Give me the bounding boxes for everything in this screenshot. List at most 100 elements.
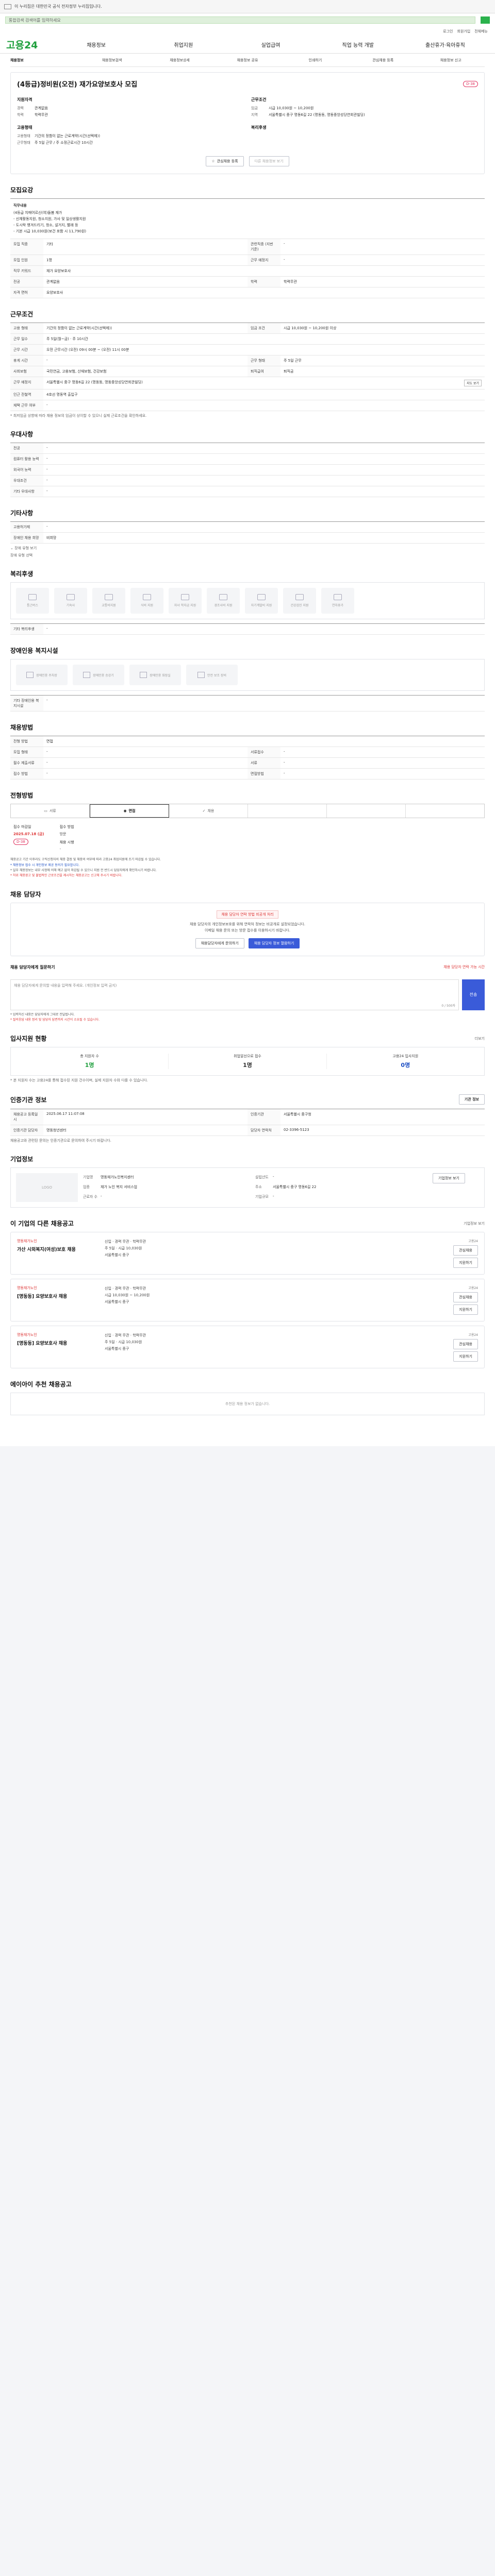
bus-icon bbox=[28, 594, 37, 601]
row-value: - bbox=[284, 242, 285, 246]
company-value: 서울특별시 중구 명동6길 22 bbox=[273, 1185, 317, 1190]
elevator-icon bbox=[83, 672, 91, 679]
facility-item-label: 장애인용 주차장 bbox=[36, 673, 57, 677]
row-key: 서류 bbox=[248, 758, 280, 769]
company-value: 명동재가노인복지센터 bbox=[101, 1175, 134, 1180]
question-send-button[interactable]: 전송 bbox=[462, 979, 485, 1010]
interest-button[interactable]: ☆ 관심채용 등록 bbox=[206, 156, 244, 166]
search-input[interactable]: 통합검색 검색어를 입력하세요 bbox=[5, 16, 475, 24]
info-title-row: 인증기관 정보 기관 정보 bbox=[10, 1094, 485, 1105]
similar-apply-button[interactable]: 지원하기 bbox=[453, 1304, 478, 1315]
map-button[interactable]: 지도 보기 bbox=[464, 380, 482, 387]
row-key: 기타 우대사항 bbox=[10, 486, 43, 497]
similar-line: 신입 · 경력 무관 · 학력무관 bbox=[105, 1240, 146, 1244]
similar-job-title[interactable]: [명동동] 요양보호사 채용 bbox=[17, 1293, 105, 1299]
row-key: 전공 bbox=[10, 277, 43, 287]
welfare-item-label: 기숙사 bbox=[66, 604, 75, 608]
method-table: 전형 방법 면접 모집 형태 - 서류접수 - 필수 제출서류 - 서류 - 접수 방법 - 면접… bbox=[10, 736, 485, 780]
row-key: 자격 면허 bbox=[10, 287, 43, 298]
nav-item-support[interactable]: 취업지원 bbox=[140, 41, 227, 48]
question-hours-link[interactable]: 채용 담당자 연락 가능 시간 bbox=[443, 964, 485, 971]
info-button[interactable]: 기관 정보 bbox=[458, 1094, 485, 1105]
similar-interest-button[interactable]: 관심채용 bbox=[453, 1245, 478, 1256]
similar-job-title[interactable]: [명동동] 요양보호사 채용 bbox=[17, 1340, 105, 1346]
row-value: 2025.06.17 11:07:08 bbox=[46, 1112, 85, 1116]
nav-item-training[interactable]: 직업 능력 개발 bbox=[315, 41, 402, 48]
note-line: * 질의응답 내용 정리 및 담당자 답변까지 시간이 소요될 수 있습니다. bbox=[10, 1018, 100, 1022]
extra-title: 기타사항 bbox=[10, 510, 34, 517]
row-value: 기타 bbox=[46, 242, 53, 247]
company-value: 재가 노인 복지 서비스업 bbox=[101, 1185, 138, 1190]
row-key: 모집 인원 bbox=[10, 255, 43, 266]
similar-apply-button[interactable]: 지원하기 bbox=[453, 1258, 478, 1268]
similar-job-title[interactable]: 가산 시외복지(여성)보호 채용 bbox=[17, 1246, 105, 1252]
facility-item-label: 안전 보조 장비 bbox=[207, 673, 226, 677]
disability-toggle[interactable]: ⌄ 장애 유형 보기 bbox=[10, 546, 485, 551]
similar-company: 명동재가노인 bbox=[17, 1286, 37, 1291]
welfare-item: 통근버스 bbox=[16, 588, 49, 614]
sub-nav-search[interactable]: 채용정보검색 bbox=[78, 58, 145, 63]
calendar-icon bbox=[334, 594, 342, 601]
sub-nav-interest[interactable]: 관심채용 등록 bbox=[349, 58, 417, 63]
row-value: 1명 bbox=[46, 258, 52, 263]
row-value: - bbox=[46, 760, 48, 765]
applicants-note: * 본 지원자 수는 고용24를 통해 접수된 지원 건수이며, 실제 지원자 … bbox=[10, 1078, 148, 1083]
contact-view-button[interactable]: 채용 담당자 정보 열람하기 bbox=[248, 938, 300, 948]
question-form: 채용 담당자에게 문의할 내용을 입력해 주세요. (개인정보 입력 금지) 0 … bbox=[10, 979, 485, 1010]
similar-apply-button[interactable]: 지원하기 bbox=[453, 1351, 478, 1362]
sub-nav-print[interactable]: 인쇄하기 bbox=[282, 58, 349, 63]
facility-grid: 장애인용 주차장 장애인용 승강기 장애인용 화장실 안전 보조 장비 bbox=[10, 659, 485, 691]
recommend-empty: 추천된 채용 정보가 없습니다. bbox=[10, 1393, 485, 1416]
row-key: 우대조건 bbox=[10, 476, 43, 486]
kind-value: 주 5일 근무 / 주 소정근로시간 10시간 bbox=[35, 141, 93, 145]
cond-key: 지역 bbox=[251, 113, 258, 117]
row-value: 오전 근무시간 (오전) 09시 00분 ~ (오전) 11시 00분 bbox=[46, 348, 129, 352]
similar-job[interactable]: 명동재가노인 [명동동] 요양보호사 채용 신입 · 경력 무관 · 학력무관 주 … bbox=[10, 1326, 485, 1369]
company-value: - bbox=[273, 1175, 274, 1179]
similar-link[interactable]: 기업정보 보기 bbox=[464, 1221, 485, 1226]
disability-toggle-label: 장애 유형 보기 bbox=[14, 546, 37, 551]
all-menu-link[interactable]: 전체메뉴 bbox=[474, 29, 488, 34]
card-icon bbox=[105, 594, 113, 601]
applicants-title-row: 입사지원 현황 더보기 bbox=[10, 1034, 485, 1043]
nav-item-benefit[interactable]: 실업급여 bbox=[227, 41, 314, 48]
other-jobs-button[interactable]: 다른 채용정보 보기 bbox=[249, 156, 289, 166]
similar-job[interactable]: 명동재가노인 [명동동] 요양보호사 채용 신입 · 경력 무관 · 학력무관 시급… bbox=[10, 1279, 485, 1322]
facility-item: 장애인용 주차장 bbox=[16, 665, 68, 686]
company-logo: LOGO bbox=[16, 1173, 78, 1202]
row-value: 명동청년센터 bbox=[46, 1128, 67, 1133]
process-steps: ▭ 서류 ◉ 면접 ✓ 채용 bbox=[10, 804, 485, 819]
sub-nav-title: 채용정보 bbox=[10, 58, 24, 62]
nav-item-jobs[interactable]: 채용정보 bbox=[53, 41, 140, 48]
recommend-title: 에이아이 추천 채용공고 bbox=[10, 1381, 72, 1388]
contact-desc: 이메일 채용 문의 또는 방문 접수를 이용하시기 바랍니다. bbox=[205, 928, 290, 933]
search-icon[interactable] bbox=[481, 16, 490, 24]
sub-nav-share[interactable]: 채용정보 공유 bbox=[213, 58, 281, 63]
star-icon: ☆ bbox=[211, 159, 215, 163]
apply-method-value: 방문 bbox=[59, 832, 67, 837]
kind-key: 고용형태 bbox=[17, 134, 30, 138]
applicants-more-link[interactable]: 더보기 bbox=[475, 1036, 485, 1041]
similar-job[interactable]: 명동재가노인 가산 시외복지(여성)보호 채용 신입 · 경력 무관 · 학력무관… bbox=[10, 1232, 485, 1275]
question-input[interactable]: 채용 담당자에게 문의할 내용을 입력해 주세요. (개인정보 입력 금지) 0 … bbox=[10, 979, 459, 1010]
signup-link[interactable]: 회원가입 bbox=[457, 29, 470, 34]
cond-key: 임금 bbox=[251, 106, 258, 110]
nav-item-leave[interactable]: 출산휴가·육아휴직 bbox=[402, 41, 489, 48]
row-value: 시급 10,030원 ~ 10,200원 이상 bbox=[284, 326, 337, 331]
company-info-button[interactable]: 기업정보 보기 bbox=[433, 1173, 465, 1184]
similar-interest-button[interactable]: 관심채용 bbox=[453, 1339, 478, 1350]
contact-inquiry-button[interactable]: 채용담당자에게 문의하기 bbox=[195, 938, 244, 948]
site-logo[interactable]: 고용24 bbox=[6, 38, 53, 52]
row-key: 근무 형태 bbox=[248, 355, 280, 366]
check-icon: ✓ bbox=[202, 809, 206, 814]
similar-interest-button[interactable]: 관심채용 bbox=[453, 1292, 478, 1303]
row-value: - bbox=[46, 524, 48, 529]
sub-nav-detail[interactable]: 채용정보상세 bbox=[146, 58, 213, 63]
work-table: 고용 형태 기간의 정함이 없는 근로계약(시간(선택제)) 임금 조건 시급 10,… bbox=[10, 323, 485, 412]
welfare-item: 경조사비 지원 bbox=[207, 588, 240, 614]
question-count: 0 / 500자 bbox=[441, 1004, 455, 1008]
login-link[interactable]: 로그인 bbox=[443, 29, 453, 34]
company-key: 설립년도 bbox=[255, 1175, 269, 1180]
info-title: 인증기관 정보 bbox=[10, 1096, 47, 1104]
sub-nav-report[interactable]: 채용정보 신고 bbox=[417, 58, 485, 63]
